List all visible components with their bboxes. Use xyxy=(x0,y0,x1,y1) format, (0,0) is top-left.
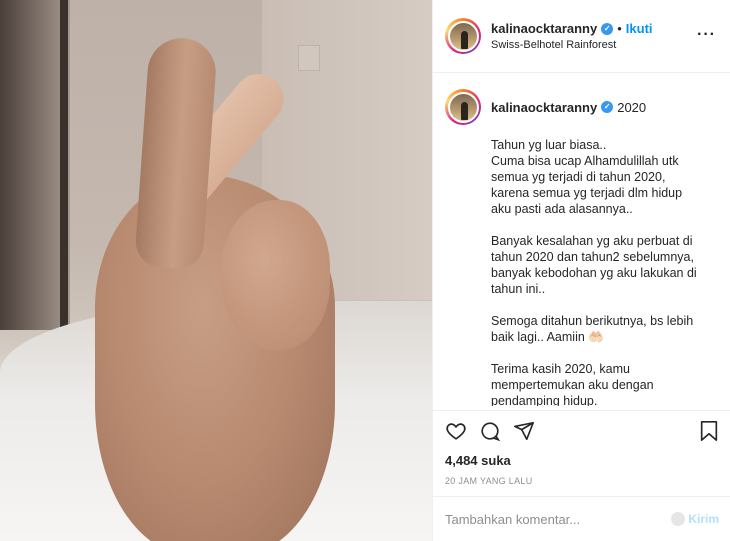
post-side-panel: kalinaocktaranny ✓ • Ikuti Swiss-Belhote… xyxy=(432,0,730,541)
caption-line: Cuma bisa ucap Alhamdulillah utk xyxy=(491,154,679,168)
follow-button[interactable]: Ikuti xyxy=(626,21,653,36)
caption-text: Tahun yg luar biasa.. Cuma bisa ucap Alh… xyxy=(491,137,718,406)
caption-paragraph: Tahun yg luar biasa.. Cuma bisa ucap Alh… xyxy=(491,137,718,217)
caption-line: pendamping hidup. xyxy=(491,394,598,406)
caption-username-link[interactable]: kalinaocktaranny xyxy=(491,100,597,115)
caption-paragraph: Terima kasih 2020, kamu mempertemukan ak… xyxy=(491,361,718,406)
photo-knuckles xyxy=(220,200,330,350)
caption-line: Tahun yg luar biasa.. xyxy=(491,138,607,152)
send-icon[interactable] xyxy=(513,420,535,442)
caption-line: tahun ini.. xyxy=(491,282,546,296)
emoji-icon[interactable] xyxy=(671,512,686,526)
photo-door-edge xyxy=(60,0,68,330)
header-text: kalinaocktaranny ✓ • Ikuti Swiss-Belhote… xyxy=(491,21,653,51)
caption-header: kalinaocktaranny ✓ 2020 xyxy=(445,89,718,125)
caption-line: Terima kasih 2020, kamu xyxy=(491,362,630,376)
caption-line: baik lagi.. Aamiin 🤲🏻 xyxy=(491,330,604,344)
caption-line: Banyak kesalahan yg aku perbuat di xyxy=(491,234,693,248)
post-comment-button[interactable]: Kirim xyxy=(688,512,719,526)
bookmark-icon[interactable] xyxy=(699,420,719,442)
header-line: kalinaocktaranny ✓ • Ikuti xyxy=(491,21,653,36)
caption-line: aku pasti ada alasannya.. xyxy=(491,202,633,216)
heart-icon[interactable] xyxy=(445,420,467,442)
avatar[interactable] xyxy=(447,91,479,123)
post-viewer: kalinaocktaranny ✓ • Ikuti Swiss-Belhote… xyxy=(0,0,730,541)
action-icons xyxy=(445,419,719,443)
caption-line: tahun 2020 dan tahun2 sebelumnya, xyxy=(491,250,694,264)
profile-avatar-ring[interactable] xyxy=(445,18,481,54)
post-timestamp[interactable]: 20 JAM YANG LALU xyxy=(445,476,719,486)
separator-dot: • xyxy=(617,21,622,36)
verified-badge-icon: ✓ xyxy=(601,101,614,113)
likes-count[interactable]: 4,484 suka xyxy=(445,453,719,468)
username-link[interactable]: kalinaocktaranny xyxy=(491,21,597,36)
caption-area: kalinaocktaranny ✓ 2020 Tahun yg luar bi… xyxy=(433,73,730,406)
caption-paragraph: Semoga ditahun berikutnya, bs lebih baik… xyxy=(491,313,718,345)
location-link[interactable]: Swiss-Belhotel Rainforest xyxy=(491,39,653,51)
caption-line: semua yg terjadi di tahun 2020, xyxy=(491,170,666,184)
comment-bar: Kirim xyxy=(433,496,730,541)
post-actions: 4,484 suka 20 JAM YANG LALU xyxy=(433,410,730,486)
caption-line: mempertemukan aku dengan xyxy=(491,378,654,392)
caption-avatar-ring[interactable] xyxy=(445,89,481,125)
more-options-icon[interactable]: ··· xyxy=(697,26,716,44)
post-header: kalinaocktaranny ✓ • Ikuti Swiss-Belhote… xyxy=(433,0,730,73)
post-photo[interactable] xyxy=(0,0,432,541)
comment-input[interactable] xyxy=(445,511,672,527)
caption-paragraph: Banyak kesalahan yg aku perbuat di tahun… xyxy=(491,233,718,297)
caption-line: Semoga ditahun berikutnya, bs lebih xyxy=(491,314,694,328)
photo-outlet xyxy=(298,45,320,71)
caption-line: banyak kebodohan yg aku lakukan di xyxy=(491,266,697,280)
avatar[interactable] xyxy=(447,20,479,52)
caption-line: karena semua yg terjadi dlm hidup xyxy=(491,186,683,200)
caption-title: 2020 xyxy=(617,99,647,115)
verified-badge-icon: ✓ xyxy=(601,22,614,35)
comment-icon[interactable] xyxy=(479,420,501,442)
